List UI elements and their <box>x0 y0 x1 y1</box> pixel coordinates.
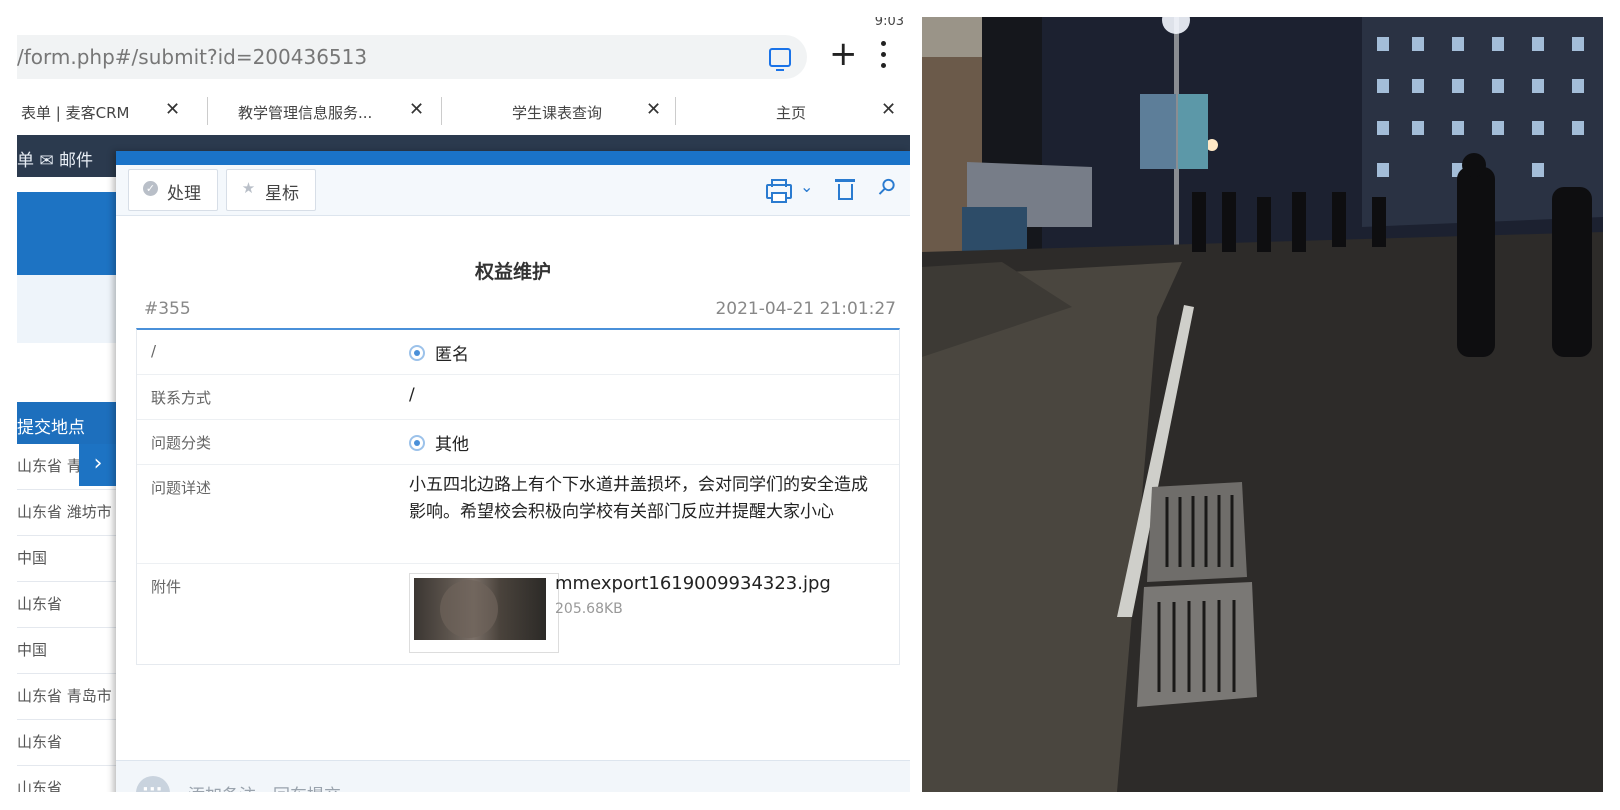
radio-selected-icon <box>409 435 425 451</box>
tab-label: 教学管理信息服务... <box>238 104 373 122</box>
tab-course-schedule[interactable]: 学生课表查询 ✕ <box>442 91 675 131</box>
column-header-submit-location: 提交地点 <box>17 402 117 444</box>
check-circle-icon: ✓ <box>143 181 158 196</box>
night-street-drain-photo <box>922 17 1603 792</box>
star-label: 星标 <box>265 184 299 204</box>
close-icon[interactable]: ✕ <box>881 99 896 120</box>
print-icon[interactable] <box>766 177 792 203</box>
list-item[interactable]: 中国 <box>17 536 117 582</box>
url-text[interactable]: /form.php#/submit?id=200436513 <box>17 45 367 69</box>
field-row-contact: 联系方式 / <box>137 374 899 420</box>
chevron-down-icon[interactable]: ⌄ <box>800 177 813 196</box>
tab-switcher-icon[interactable] <box>769 48 791 71</box>
field-value: 其他 <box>409 430 469 455</box>
list-item[interactable]: 山东省 <box>17 582 117 628</box>
tab-label: 学生课表查询 <box>512 104 603 122</box>
tab-strip: 表单 | 麦客CRM ✕ 教学管理信息服务... ✕ 学生课表查询 ✕ 主页 ✕ <box>17 91 910 131</box>
field-row-description: 问题详述 小五四北边路上有个下水道井盖损坏，会对同学们的安全造成影响。希望校会积… <box>137 464 899 564</box>
submit-location-list: 山东省 青 山东省 潍坊市 中国 山东省 中国 山东省 青岛市 山东省 山东省 <box>17 444 117 792</box>
close-icon[interactable]: ✕ <box>646 99 661 120</box>
star-icon: ★ <box>241 179 256 197</box>
field-row-attachment: 附件 mmexport1619009934323.jpg 205.68KB <box>137 563 899 662</box>
crm-header-block <box>17 192 117 275</box>
form-title: 权益维护 <box>474 261 551 283</box>
street-photo <box>922 17 1603 792</box>
list-item[interactable]: 中国 <box>17 628 117 674</box>
crm-nav-text[interactable]: 单 ✉ 邮件 <box>17 146 93 171</box>
chat-bubble-icon <box>136 776 170 792</box>
process-label: 处理 <box>167 184 201 204</box>
screenshot-panel: 9:03 /form.php#/submit?id=200436513 + 表单… <box>17 17 910 792</box>
list-item[interactable]: 山东省 青岛市 <box>17 674 117 720</box>
field-label: 问题分类 <box>151 434 212 452</box>
address-bar[interactable]: /form.php#/submit?id=200436513 <box>17 35 807 79</box>
expand-arrow-icon[interactable]: › <box>79 444 117 486</box>
attachment-filename[interactable]: mmexport1619009934323.jpg <box>555 573 831 594</box>
status-bar: 9:03 <box>17 17 910 31</box>
tab-teaching-mgmt[interactable]: 教学管理信息服务... ✕ <box>208 91 441 131</box>
list-item[interactable]: 山东省 潍坊市 <box>17 490 117 536</box>
modal-toolbar: ✓ 处理 ★ 星标 ⌄ ⚲ <box>116 165 910 216</box>
close-icon[interactable]: ✕ <box>165 99 180 120</box>
field-value: 小五四北边路上有个下水道井盖损坏，会对同学们的安全造成影响。希望校会积极向学校有… <box>409 475 868 522</box>
radio-selected-icon <box>409 345 425 361</box>
comment-bar: 添加备注，回车提交 <box>116 760 910 792</box>
field-label: 问题详述 <box>151 479 212 497</box>
field-row-category: 问题分类 其他 <box>137 419 899 465</box>
field-row-anonymous: / 匿名 <box>137 330 899 375</box>
star-button[interactable]: ★ 星标 <box>226 169 316 211</box>
submission-fields: / 匿名 联系方式 / 问题分类 其他 问题详述 小五四北边路上有个下水道井盖损… <box>136 328 900 665</box>
tab-label: 表单 | 麦客CRM <box>21 104 130 122</box>
field-value-text: 其他 <box>435 435 469 455</box>
attachment-image <box>414 578 546 640</box>
tab-home[interactable]: 主页 ✕ <box>676 91 910 131</box>
submission-detail-modal: ✓ 处理 ★ 星标 ⌄ ⚲ 权益维护 #355 2021-04-21 21:01… <box>116 151 910 792</box>
attachment-size: 205.68KB <box>555 601 623 617</box>
record-timestamp: 2021-04-21 21:01:27 <box>715 299 896 319</box>
status-time: 9:03 <box>874 17 904 29</box>
field-label: 联系方式 <box>151 389 212 407</box>
list-item[interactable]: 山东省 <box>17 766 117 792</box>
comment-input[interactable]: 添加备注，回车提交 <box>188 781 341 792</box>
field-value-text: 匿名 <box>435 345 469 365</box>
record-id: #355 <box>144 299 191 319</box>
field-label: 附件 <box>151 578 182 596</box>
trash-icon[interactable] <box>835 177 855 201</box>
overflow-menu-icon[interactable] <box>881 41 887 71</box>
new-tab-plus-icon[interactable]: + <box>829 37 858 71</box>
close-icon[interactable]: ✕ <box>409 99 424 120</box>
list-item[interactable]: 山东省 <box>17 720 117 766</box>
field-value: / <box>409 385 415 405</box>
field-value: 匿名 <box>409 340 469 365</box>
tab-label: 主页 <box>776 104 807 122</box>
pin-icon[interactable]: ⚲ <box>872 173 901 202</box>
field-label: / <box>151 342 157 360</box>
tab-form-crm[interactable]: 表单 | 麦客CRM ✕ <box>17 91 207 131</box>
attachment-thumbnail[interactable] <box>409 573 559 653</box>
process-button[interactable]: ✓ 处理 <box>128 169 218 211</box>
crm-filter-strip <box>17 275 117 343</box>
column-header-label: 提交地点 <box>17 418 85 438</box>
